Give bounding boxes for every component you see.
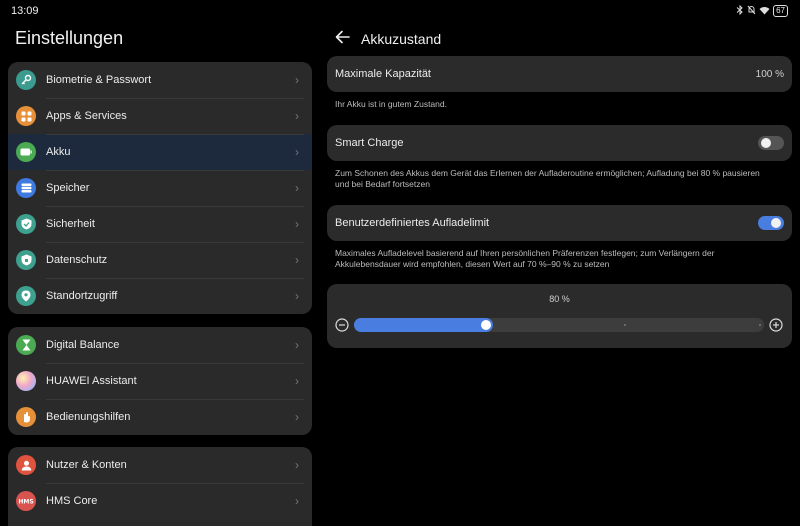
- user-icon: [16, 455, 36, 475]
- sidebar-item-label: Datenschutz: [46, 254, 108, 266]
- smart-charge-label: Smart Charge: [335, 137, 404, 149]
- sidebar-item-users-accounts[interactable]: Nutzer & Konten ›: [8, 447, 312, 483]
- capacity-note: Ihr Akku ist in gutem Zustand.: [335, 99, 447, 109]
- sidebar-item-biometrics[interactable]: Biometrie & Passwort ›: [8, 62, 312, 98]
- sidebar-item-label: HMS Core: [46, 495, 98, 507]
- sidebar-item-privacy[interactable]: Datenschutz ›: [8, 242, 312, 278]
- key-icon: [16, 70, 36, 90]
- custom-limit-label: Benutzerdefiniertes Aufladelimit: [335, 217, 490, 229]
- sidebar-item-apps[interactable]: Apps & Services ›: [8, 98, 312, 134]
- max-capacity-label: Maximale Kapazität: [335, 68, 431, 80]
- hourglass-icon: [16, 335, 36, 355]
- battery-level: 67: [773, 5, 788, 17]
- minus-circle-icon[interactable]: [335, 318, 349, 332]
- sidebar-item-label: Bedienungshilfen: [46, 411, 131, 423]
- sidebar-item-label: Sicherheit: [46, 218, 95, 230]
- svg-text:HMS: HMS: [18, 499, 33, 506]
- plus-circle-icon[interactable]: [769, 318, 783, 332]
- location-pin-icon: [16, 286, 36, 306]
- charge-limit-slider-card: 80 %: [327, 284, 792, 348]
- sidebar-item-label: Nutzer & Konten: [46, 459, 127, 471]
- slider-thumb[interactable]: [481, 320, 491, 330]
- assistant-orb-icon: [16, 371, 36, 391]
- chevron-right-icon: ›: [295, 181, 299, 195]
- apps-icon: [16, 106, 36, 126]
- page-title: Einstellungen: [15, 28, 124, 48]
- bell-off-icon: [747, 5, 756, 17]
- sidebar-item-label: Standortzugriff: [46, 290, 118, 302]
- chevron-right-icon: ›: [295, 338, 299, 352]
- sidebar-item-label: Digital Balance: [46, 339, 120, 351]
- storage-icon: [16, 178, 36, 198]
- sidebar-item-label: Apps & Services: [46, 110, 127, 122]
- back-arrow-icon[interactable]: [334, 28, 352, 46]
- chevron-right-icon: ›: [295, 289, 299, 303]
- toggle-knob: [761, 138, 771, 148]
- status-time: 13:09: [11, 5, 39, 17]
- battery-health-pane: Akkuzustand Maximale Kapazität 100 % Ihr…: [320, 22, 800, 526]
- sidebar-item-accessibility[interactable]: Bedienungshilfen ›: [8, 399, 312, 435]
- custom-limit-card[interactable]: Benutzerdefiniertes Aufladelimit: [327, 205, 792, 241]
- custom-limit-note: Maximales Aufladelevel basierend auf Ihr…: [335, 248, 715, 269]
- sidebar-item-label: HUAWEI Assistant: [46, 375, 137, 387]
- sidebar-item-label: Akku: [46, 146, 71, 158]
- charge-limit-slider[interactable]: [354, 318, 764, 332]
- sidebar-item-storage[interactable]: Speicher ›: [8, 170, 312, 206]
- sidebar-item-location[interactable]: Standortzugriff ›: [8, 278, 312, 314]
- settings-list-pane: Einstellungen Biometrie & Passwort › App…: [0, 22, 320, 526]
- hand-icon: [16, 407, 36, 427]
- chevron-right-icon: ›: [295, 410, 299, 424]
- custom-limit-toggle[interactable]: [758, 216, 784, 230]
- sidebar-item-label: Biometrie & Passwort: [46, 74, 152, 86]
- smart-charge-note: Zum Schonen des Akkus dem Gerät das Erle…: [335, 168, 760, 189]
- shield-check-icon: [16, 214, 36, 234]
- battery-icon: [16, 142, 36, 162]
- chevron-right-icon: ›: [295, 109, 299, 123]
- chevron-right-icon: ›: [295, 253, 299, 267]
- slider-tick: [624, 324, 626, 326]
- smart-charge-toggle[interactable]: [758, 136, 784, 150]
- sidebar-item-battery[interactable]: Akku ›: [8, 134, 312, 170]
- chevron-right-icon: ›: [295, 494, 299, 508]
- detail-title: Akkuzustand: [361, 31, 442, 47]
- chevron-right-icon: ›: [295, 374, 299, 388]
- slider-value-label: 80 %: [549, 294, 570, 304]
- privacy-shield-icon: [16, 250, 36, 270]
- hms-icon: HMS: [16, 491, 36, 511]
- max-capacity-value: 100 %: [755, 68, 784, 80]
- sidebar-item-hms-core[interactable]: HMS HMS Core ›: [8, 483, 312, 519]
- max-capacity-card: Maximale Kapazität 100 %: [327, 56, 792, 92]
- status-bar: 13:09 67: [0, 0, 800, 22]
- smart-charge-card[interactable]: Smart Charge: [327, 125, 792, 161]
- chevron-right-icon: ›: [295, 217, 299, 231]
- settings-group-3: Nutzer & Konten › HMS HMS Core ›: [8, 447, 312, 526]
- slider-tick: [759, 324, 761, 326]
- sidebar-item-security[interactable]: Sicherheit ›: [8, 206, 312, 242]
- settings-group-2: Digital Balance › HUAWEI Assistant › Bed…: [8, 327, 312, 435]
- settings-group-1: Biometrie & Passwort › Apps & Services ›…: [8, 62, 312, 314]
- slider-fill: [354, 318, 493, 332]
- toggle-knob: [771, 218, 781, 228]
- wifi-icon: [759, 6, 770, 17]
- chevron-right-icon: ›: [295, 73, 299, 87]
- chevron-right-icon: ›: [295, 458, 299, 472]
- sidebar-item-huawei-assistant[interactable]: HUAWEI Assistant ›: [8, 363, 312, 399]
- sidebar-item-label: Speicher: [46, 182, 90, 194]
- bluetooth-icon: [736, 4, 744, 17]
- chevron-right-icon: ›: [295, 145, 299, 159]
- status-icons: 67: [736, 4, 788, 17]
- sidebar-item-digital-balance[interactable]: Digital Balance ›: [8, 327, 312, 363]
